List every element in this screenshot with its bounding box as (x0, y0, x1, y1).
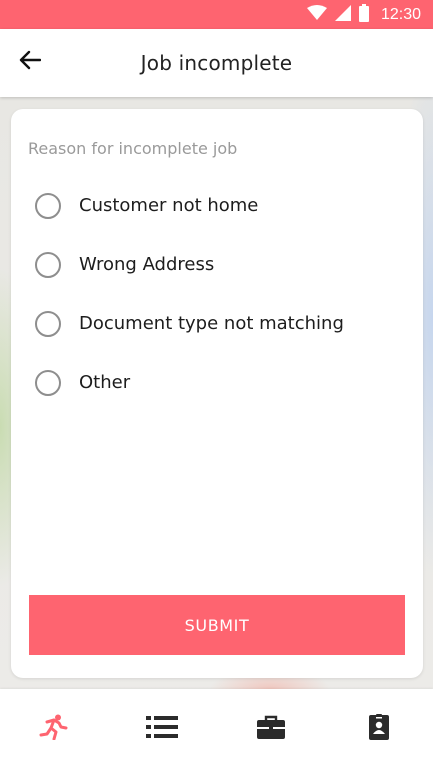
option-other[interactable]: Other (35, 362, 344, 421)
radio-button[interactable] (35, 192, 61, 219)
reason-options: Customer not home Wrong Address Document… (35, 185, 344, 421)
nav-item-profile[interactable] (325, 689, 433, 768)
radio-button[interactable] (35, 310, 61, 337)
option-wrong-address[interactable]: Wrong Address (35, 244, 344, 303)
option-label: Wrong Address (79, 254, 215, 275)
option-customer-not-home[interactable]: Customer not home (35, 185, 344, 244)
arrow-left-icon (19, 50, 42, 74)
option-label: Document type not matching (79, 313, 344, 334)
nav-item-jobs[interactable] (0, 689, 108, 768)
app-bar: Job incomplete (0, 29, 433, 97)
page-title: Job incomplete (140, 51, 293, 75)
submit-button[interactable]: SUBMIT (29, 595, 405, 655)
reason-label: Reason for incomplete job (28, 139, 238, 158)
briefcase-icon (256, 715, 285, 743)
nav-item-work[interactable] (217, 689, 325, 768)
radio-button[interactable] (35, 251, 61, 278)
back-button[interactable] (14, 46, 46, 78)
wifi-icon (306, 4, 327, 25)
signal-icon (334, 4, 351, 25)
radio-button[interactable] (35, 369, 61, 396)
battery-icon (358, 3, 369, 26)
running-person-icon (39, 714, 69, 744)
nav-item-list[interactable] (108, 689, 216, 768)
list-icon (146, 715, 179, 742)
id-badge-icon (368, 713, 389, 744)
bottom-nav (0, 689, 433, 768)
status-time: 12:30 (380, 5, 421, 23)
option-document-type-not-matching[interactable]: Document type not matching (35, 303, 344, 362)
option-label: Customer not home (79, 195, 259, 216)
status-bar: 12:30 (0, 0, 433, 29)
reason-card: Reason for incomplete job Customer not h… (11, 109, 423, 678)
option-label: Other (79, 372, 131, 393)
